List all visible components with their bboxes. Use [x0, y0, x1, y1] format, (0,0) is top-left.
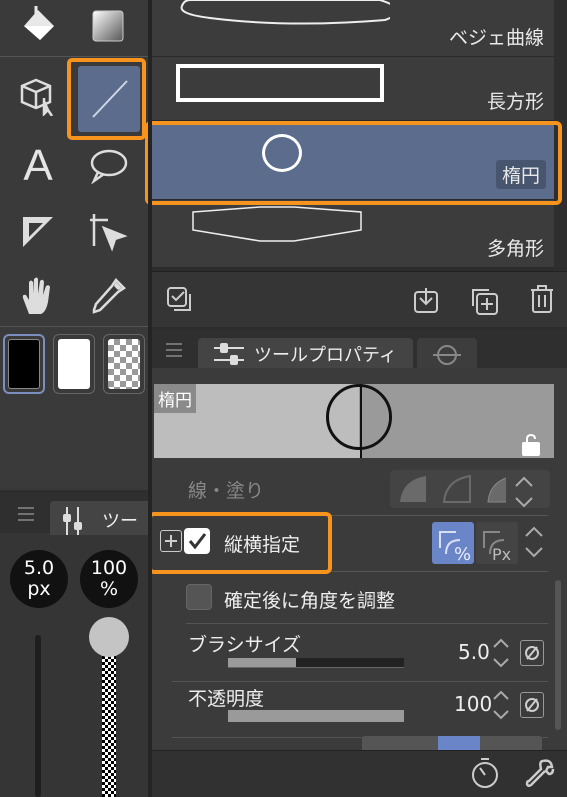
opacity-stepper[interactable] [490, 688, 512, 726]
opacity-readout-value: 100 [90, 557, 128, 579]
svg-text:%: % [454, 544, 471, 564]
line-fill-label: 線・塗り [188, 480, 265, 502]
opacity-slider[interactable] [228, 710, 404, 722]
hand-icon[interactable] [8, 266, 68, 326]
brush-size-panel: ツー 5.0 px 100 % [0, 493, 148, 797]
gradient-icon[interactable] [78, 0, 138, 52]
fill-bucket-icon[interactable] [8, 0, 68, 52]
property-scrollbar[interactable] [555, 580, 561, 730]
brush-size-readout: 5.0 px [10, 550, 68, 608]
lock-icon[interactable] [521, 433, 543, 460]
line-fill-row: 線・塗り [172, 460, 550, 516]
opacity-readout: 100 % [80, 550, 138, 608]
opacity-readout-unit: % [99, 578, 119, 600]
ratio-percent-button[interactable]: % [432, 522, 474, 565]
tab-tool-property[interactable]: ツールプロパティ [198, 338, 413, 370]
tool-preview: 楕円 [152, 368, 567, 460]
list-item-label: 多角形 [486, 238, 544, 260]
tool-property-panel: 線・塗り 縦横指定 % Px 確定後に角度を調整 ブラシサイズ 5.0 不透明度… [152, 460, 567, 750]
trash-icon[interactable] [529, 284, 555, 318]
adjust-angle-label: 確定後に角度を調整 [224, 590, 396, 612]
brush-size-row: ブラシサイズ 5.0 [172, 624, 548, 682]
divider [0, 326, 148, 327]
select-all-icon[interactable] [166, 286, 194, 318]
balloon-icon[interactable] [78, 136, 138, 196]
panel-divider [148, 0, 152, 797]
app-root: A ベジェ曲線 長方形 楕円 多角形 ツールプロパティ 楕円 線・塗り 縦横指定… [0, 0, 567, 797]
main-color-chip[interactable] [3, 334, 45, 394]
preview-canvas: 楕円 [154, 384, 554, 458]
import-icon[interactable] [413, 286, 441, 318]
brush-panel-tab-bar: ツー [0, 493, 148, 535]
list-item[interactable]: ベジェ曲線 [152, 0, 554, 57]
3d-object-icon[interactable] [8, 66, 68, 126]
brush-size-slider[interactable] [228, 658, 404, 668]
opacity-vertical-slider[interactable] [102, 635, 116, 797]
brush-size-readout-value: 5.0 [23, 557, 55, 579]
aspect-stepper[interactable] [522, 524, 546, 564]
text-icon[interactable]: A [8, 136, 68, 196]
svg-text:Px: Px [492, 545, 511, 564]
control-point-icon[interactable] [78, 202, 138, 262]
ellipse-preview [326, 384, 392, 450]
opacity-dynamics-icon[interactable] [520, 692, 544, 718]
adjust-angle-checkbox[interactable] [186, 584, 212, 610]
tool-palette: A [0, 0, 148, 490]
opacity-slider-knob[interactable] [89, 617, 129, 657]
tab-sub-tool[interactable]: ツー [50, 501, 148, 535]
list-item[interactable]: 多角形 [152, 202, 554, 268]
preview-label: 楕円 [154, 384, 196, 413]
aspect-highlight [148, 512, 332, 574]
tab-label: ツールプロパティ [254, 345, 397, 366]
brush-size-label: ブラシサイズ [188, 634, 302, 656]
brush-size-vertical-slider[interactable] [35, 635, 41, 797]
menu-icon[interactable] [166, 342, 182, 361]
wrench-icon[interactable] [525, 757, 555, 793]
tab-label: ツー [102, 511, 138, 532]
ruler-icon[interactable] [8, 202, 68, 262]
tab-other[interactable] [417, 338, 477, 370]
opacity-label: 不透明度 [188, 688, 265, 710]
brush-size-value[interactable]: 5.0 [458, 640, 490, 664]
partial-control [362, 736, 542, 750]
list-toolbar [152, 271, 567, 327]
opacity-value[interactable]: 100 [454, 692, 492, 716]
opacity-row: 不透明度 100 [172, 682, 548, 738]
list-item-label: 長方形 [486, 91, 544, 113]
duplicate-icon[interactable] [469, 286, 499, 320]
selected-item-highlight [145, 121, 562, 205]
list-item-label: ベジェ曲線 [448, 27, 544, 49]
transparent-color-chip[interactable] [103, 334, 145, 394]
sub-color-chip[interactable] [53, 334, 95, 394]
rectangle-preview-icon [176, 64, 384, 102]
line-fill-stepper[interactable] [512, 474, 536, 514]
timer-icon[interactable] [470, 757, 500, 793]
divider [0, 56, 148, 57]
menu-icon[interactable] [18, 506, 34, 525]
brush-size-stepper[interactable] [490, 636, 512, 674]
list-item[interactable]: 長方形 [152, 58, 554, 121]
brush-size-dynamics-icon[interactable] [520, 640, 544, 666]
selected-tool-highlight [67, 58, 146, 140]
brush-size-readout-unit: px [27, 578, 51, 600]
property-tab-bar: ツールプロパティ [152, 330, 567, 370]
adjust-angle-row: 確定後に角度を調整 [186, 572, 548, 624]
eyedropper-icon[interactable] [78, 266, 138, 326]
ratio-pixel-button[interactable]: Px [476, 522, 518, 564]
property-footer [152, 750, 567, 797]
